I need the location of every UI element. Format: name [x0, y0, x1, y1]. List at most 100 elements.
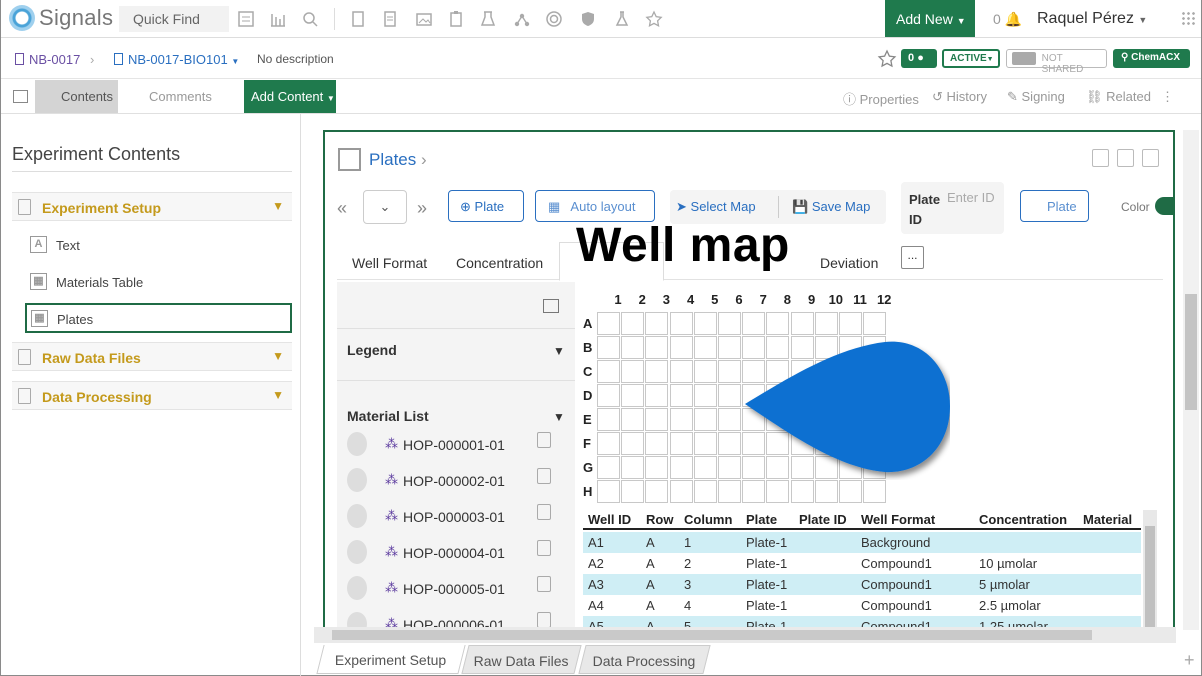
well[interactable]	[766, 312, 790, 335]
breadcrumb-notebook[interactable]: NB-0017 ›	[15, 52, 94, 67]
signals-logo[interactable]: Signals	[9, 5, 113, 31]
well[interactable]	[693, 432, 717, 455]
well[interactable]	[597, 336, 620, 359]
delete-plate-button[interactable]: Plate	[1020, 190, 1089, 222]
well[interactable]	[669, 312, 693, 335]
well[interactable]	[693, 336, 717, 359]
copy-icon[interactable]	[537, 432, 551, 448]
chevron-down-icon[interactable]: ▼	[553, 410, 565, 424]
chevron-down-icon[interactable]: ▼	[272, 388, 284, 402]
well[interactable]	[597, 480, 620, 503]
well[interactable]	[621, 408, 645, 431]
trash-icon[interactable]	[347, 468, 367, 492]
well[interactable]	[669, 408, 693, 431]
well[interactable]	[742, 480, 766, 503]
material-list-heading[interactable]: Material List	[347, 408, 429, 424]
breadcrumb-experiment[interactable]: NB-0017-BIO101 ▼	[114, 52, 239, 67]
well[interactable]	[814, 480, 838, 503]
star-icon[interactable]	[645, 10, 663, 28]
well[interactable]	[766, 480, 790, 503]
content-item-materials-table[interactable]: ▦ Materials Table	[25, 267, 292, 297]
well[interactable]	[621, 312, 645, 335]
trash-icon[interactable]	[1142, 149, 1159, 167]
document-icon[interactable]	[381, 10, 399, 28]
well[interactable]	[669, 384, 693, 407]
copy-icon[interactable]	[537, 612, 551, 628]
signing-link[interactable]: ✎ Signing	[1007, 89, 1065, 105]
well[interactable]	[863, 312, 887, 335]
well[interactable]	[693, 480, 717, 503]
copy-icon[interactable]	[1117, 149, 1134, 167]
tab-well-format[interactable]: Well Format	[352, 255, 427, 271]
column-header[interactable]: Concentration	[979, 512, 1067, 527]
well[interactable]	[718, 432, 741, 455]
content-item-plates[interactable]: ▦ Plates	[25, 303, 292, 333]
flask-icon[interactable]	[613, 10, 631, 28]
well[interactable]	[597, 360, 620, 383]
chevron-down-icon[interactable]: ▼	[272, 349, 284, 363]
comments-count-badge[interactable]: 0 ●	[901, 49, 937, 68]
notebook-icon[interactable]	[349, 10, 367, 28]
material-list-item[interactable]: ⁂ HOP-000004-01	[347, 540, 567, 576]
well[interactable]	[669, 360, 693, 383]
well[interactable]	[621, 456, 645, 479]
well[interactable]	[645, 336, 669, 359]
trash-icon[interactable]	[347, 432, 367, 456]
well[interactable]	[718, 408, 741, 431]
save-map-button[interactable]: 💾 Save Map	[792, 199, 870, 215]
bar-chart-icon[interactable]	[269, 10, 287, 28]
table-row[interactable]: A2 A 2 Plate-1 Compound1 10 µmolar	[583, 553, 1141, 574]
well[interactable]	[645, 432, 669, 455]
user-menu[interactable]: Raquel Pérez ▼	[1037, 10, 1147, 28]
tab-contents[interactable]: Contents	[35, 80, 118, 113]
well[interactable]	[597, 408, 620, 431]
molecule-icon[interactable]	[513, 10, 531, 28]
well[interactable]	[669, 336, 693, 359]
well[interactable]	[718, 360, 741, 383]
trash-icon[interactable]	[347, 540, 367, 564]
add-content-button[interactable]: Add Content ▼	[244, 80, 336, 113]
well[interactable]	[597, 432, 620, 455]
table-row[interactable]: A4 A 4 Plate-1 Compound1 2.5 µmolar	[583, 595, 1141, 616]
properties-link[interactable]: ⓘ Properties	[843, 89, 919, 108]
well[interactable]	[742, 312, 766, 335]
copy-icon[interactable]	[537, 504, 551, 520]
image-icon[interactable]	[415, 10, 433, 28]
well[interactable]	[790, 312, 814, 335]
tab-concentration[interactable]: Concentration	[456, 255, 543, 271]
lab-equipment-icon[interactable]	[479, 10, 497, 28]
well[interactable]	[621, 384, 645, 407]
trash-icon[interactable]	[347, 504, 367, 528]
column-header[interactable]: Column	[684, 512, 732, 527]
plates-title[interactable]: Plates ›	[369, 150, 427, 170]
well[interactable]	[839, 480, 862, 503]
select-map-button[interactable]: ➤ Select Map	[676, 199, 756, 215]
tab-comments[interactable]: Comments	[125, 89, 212, 104]
shield-icon[interactable]	[579, 10, 597, 28]
section-raw-data-files[interactable]: Raw Data Files ▼	[12, 342, 292, 371]
well[interactable]	[645, 480, 669, 503]
well[interactable]	[645, 360, 669, 383]
well[interactable]	[814, 312, 838, 335]
plate-id-field[interactable]: Plate ID Enter ID	[901, 182, 1004, 234]
bottom-tab-experiment-setup[interactable]: Experiment Setup	[316, 645, 466, 674]
well[interactable]	[645, 456, 669, 479]
horizontal-scrollbar[interactable]	[314, 627, 1176, 643]
add-new-button[interactable]: Add New ▼	[885, 0, 975, 37]
well[interactable]	[669, 432, 693, 455]
copy-icon[interactable]	[537, 540, 551, 556]
quick-find-button[interactable]: Quick Find	[119, 6, 229, 32]
sharing-badge[interactable]: NOT SHARED	[1006, 49, 1107, 75]
copy-icon[interactable]	[537, 576, 551, 592]
bottom-tab-data-processing[interactable]: Data Processing	[578, 645, 711, 674]
column-header[interactable]: Plate	[746, 512, 777, 527]
well[interactable]	[839, 312, 862, 335]
page-vertical-scrollbar[interactable]	[1183, 130, 1199, 630]
first-plate-icon[interactable]: «	[337, 198, 347, 219]
column-header[interactable]: Row	[646, 512, 673, 527]
clipboard-icon[interactable]	[447, 10, 465, 28]
well[interactable]	[645, 384, 669, 407]
well[interactable]	[597, 456, 620, 479]
download-icon[interactable]	[1092, 149, 1109, 167]
material-list-item[interactable]: ⁂ HOP-000003-01	[347, 504, 567, 540]
